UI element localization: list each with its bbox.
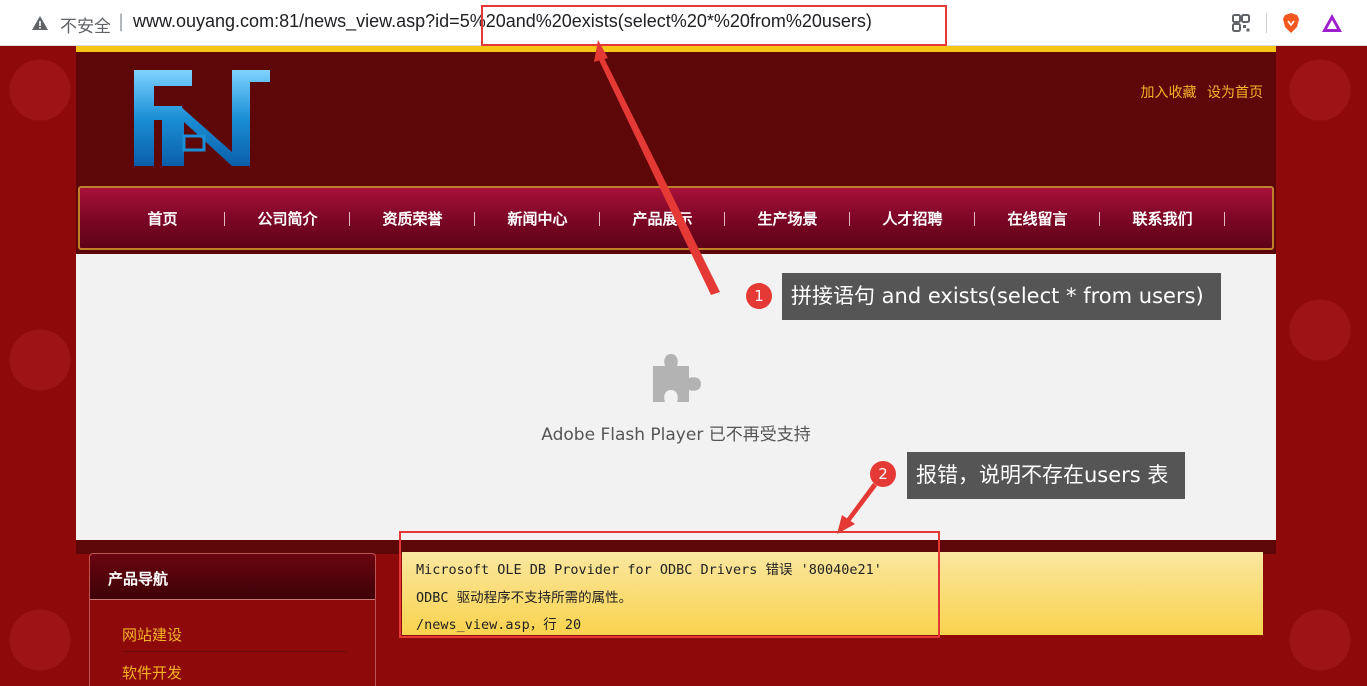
annotation-arrows — [594, 40, 877, 534]
annotation-callout-2: 报错，说明不存在users 表 — [907, 452, 1186, 499]
annotation-callout-1: 拼接语句 and exists(select * from users) — [782, 273, 1221, 320]
annotation-badge-2: 2 — [870, 461, 896, 487]
annotation-badge-1: 1 — [746, 283, 772, 309]
